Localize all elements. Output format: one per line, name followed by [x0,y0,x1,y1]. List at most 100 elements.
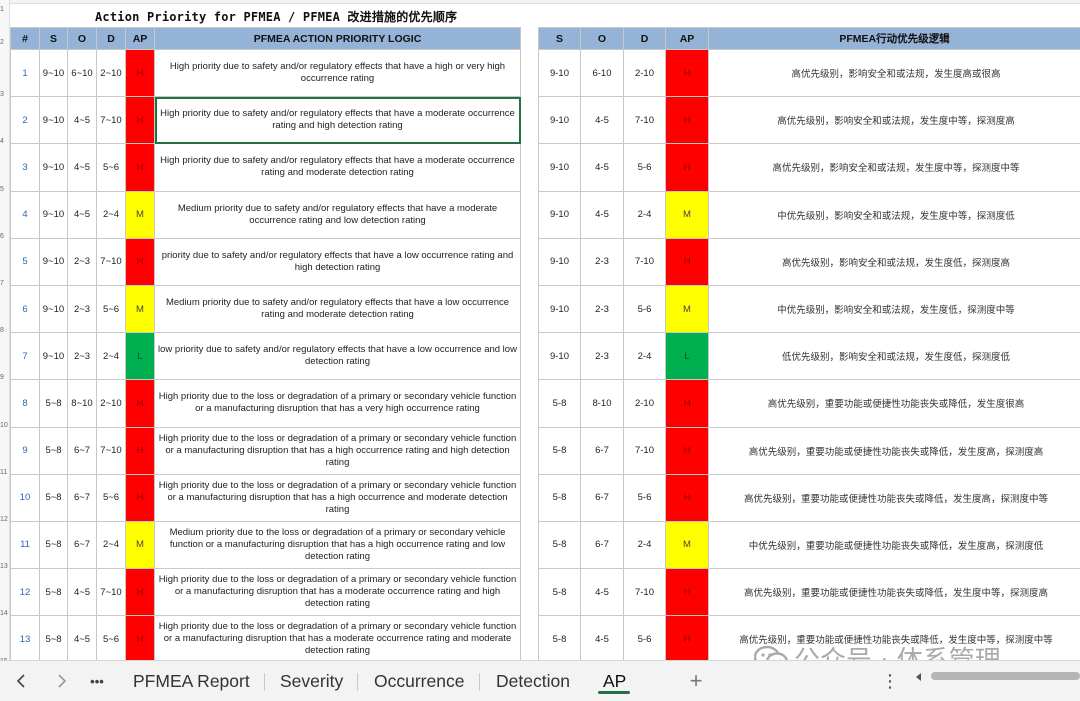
occurrence-cell[interactable]: 4~5 [67,615,97,660]
ap-cell[interactable]: M [665,190,709,239]
header-ap[interactable]: AP [125,27,155,50]
row-index[interactable]: 2 [10,96,40,145]
severity-cell[interactable]: 9-10 [538,143,581,192]
occurrence-cell[interactable]: 4-5 [580,568,624,617]
row-number[interactable]: 9 [0,374,10,381]
row-number[interactable]: 3 [0,91,10,98]
logic-cell[interactable]: priority due to safety and/or regulatory… [154,237,521,286]
severity-cell[interactable]: 5-8 [538,473,581,522]
detection-cell[interactable]: 7~10 [96,426,126,475]
logic-cell-cn[interactable]: 高优先级别，重要功能或便捷性功能丧失或降低，发生度高，探测度中等 [708,473,1080,522]
logic-cell-cn[interactable]: 高优先级别，影响安全和或法规，发生度中等，探测度高 [708,96,1080,145]
more-sheets-button[interactable]: ••• [85,669,109,693]
detection-cell[interactable]: 2-10 [623,379,666,428]
ap-cell[interactable]: H [665,473,709,522]
severity-cell[interactable]: 5-8 [538,520,581,570]
row-index[interactable]: 12 [10,568,40,617]
ap-cell[interactable]: H [125,379,155,428]
row-index[interactable]: 4 [10,190,40,239]
row-number[interactable]: 13 [0,563,10,570]
severity-cell[interactable]: 5~8 [39,473,68,522]
ap-cell[interactable]: H [665,237,709,286]
detection-cell[interactable]: 2~4 [96,520,126,570]
tab-pfmea-report[interactable]: PFMEA Report [133,668,250,694]
severity-cell[interactable]: 5-8 [538,426,581,475]
occurrence-cell[interactable]: 6-10 [580,48,624,98]
occurrence-cell[interactable]: 8~10 [67,379,97,428]
logic-cell[interactable]: High priority due to safety and/or regul… [154,96,521,145]
occurrence-cell[interactable]: 6~10 [67,48,97,98]
logic-cell[interactable]: High priority due to safety and/or regul… [154,48,521,98]
row-number[interactable]: 5 [0,186,10,193]
severity-cell[interactable]: 9-10 [538,284,581,334]
ap-cell[interactable]: H [125,473,155,522]
detection-cell[interactable]: 5-6 [623,284,666,334]
row-index[interactable]: 8 [10,379,40,428]
sheet-options-button[interactable]: ⋮ [878,669,902,693]
detection-cell[interactable]: 2-4 [623,190,666,239]
logic-cell-cn[interactable]: 高优先级别，重要功能或便捷性功能丧失或降低，发生度中等，探测度高 [708,568,1080,617]
detection-cell[interactable]: 7-10 [623,96,666,145]
severity-cell[interactable]: 5-8 [538,615,581,660]
ap-cell[interactable]: M [665,284,709,334]
row-index[interactable]: 9 [10,426,40,475]
severity-cell[interactable]: 9~10 [39,284,68,334]
logic-cell[interactable]: High priority due to safety and/or regul… [154,143,521,192]
severity-cell[interactable]: 9~10 [39,190,68,239]
severity-cell[interactable]: 9-10 [538,190,581,239]
header-logic-cn[interactable]: PFMEA行动优先级逻辑 [708,27,1080,50]
row-number[interactable]: 1 [0,6,10,13]
row-index[interactable]: 5 [10,237,40,286]
ap-cell[interactable]: L [125,332,155,381]
row-number[interactable]: 8 [0,327,10,334]
detection-cell[interactable]: 2~10 [96,379,126,428]
severity-cell[interactable]: 9-10 [538,48,581,98]
row-number[interactable]: 10 [0,422,10,429]
logic-cell[interactable]: low priority due to safety and/or regula… [154,332,521,381]
severity-cell[interactable]: 5-8 [538,379,581,428]
logic-cell-cn[interactable]: 高优先级别，重要功能或便捷性功能丧失或降低，发生度高，探测度高 [708,426,1080,475]
detection-cell[interactable]: 5-6 [623,615,666,660]
detection-cell[interactable]: 7-10 [623,426,666,475]
row-index[interactable]: 10 [10,473,40,522]
detection-cell[interactable]: 5~6 [96,473,126,522]
ap-cell[interactable]: H [125,48,155,98]
logic-cell[interactable]: Medium priority due to safety and/or reg… [154,284,521,334]
ap-cell[interactable]: M [125,190,155,239]
ap-cell[interactable]: H [665,143,709,192]
header-logic[interactable]: PFMEA ACTION PRIORITY LOGIC [154,27,521,50]
severity-cell[interactable]: 5~8 [39,379,68,428]
header-occurrence[interactable]: O [67,27,97,50]
sheet-title[interactable]: Action Priority for PFMEA / PFMEA 改进措施的优… [95,8,457,25]
row-number[interactable]: 2 [0,39,10,46]
row-index[interactable]: 3 [10,143,40,192]
severity-cell[interactable]: 5~8 [39,568,68,617]
occurrence-cell[interactable]: 2~3 [67,237,97,286]
severity-cell[interactable]: 5~8 [39,615,68,660]
detection-cell[interactable]: 2~4 [96,190,126,239]
occurrence-cell[interactable]: 4-5 [580,190,624,239]
header-ap[interactable]: AP [665,27,709,50]
ap-cell[interactable]: M [665,520,709,570]
logic-cell-cn[interactable]: 中优先级别，重要功能或便捷性功能丧失或降低，发生度高，探测度低 [708,520,1080,570]
detection-cell[interactable]: 2-4 [623,332,666,381]
occurrence-cell[interactable]: 8-10 [580,379,624,428]
severity-cell[interactable]: 9-10 [538,237,581,286]
header-severity[interactable]: S [538,27,581,50]
ap-cell[interactable]: H [665,96,709,145]
row-number[interactable]: 14 [0,610,10,617]
ap-cell[interactable]: H [665,615,709,660]
row-index[interactable]: 13 [10,615,40,660]
tab-detection[interactable]: Detection [496,668,570,694]
ap-cell[interactable]: H [125,143,155,192]
occurrence-cell[interactable]: 6~7 [67,426,97,475]
ap-cell[interactable]: H [125,426,155,475]
logic-cell[interactable]: Medium priority due to safety and/or reg… [154,190,521,239]
ap-cell[interactable]: H [125,568,155,617]
occurrence-cell[interactable]: 6-7 [580,426,624,475]
detection-cell[interactable]: 2~4 [96,332,126,381]
detection-cell[interactable]: 7~10 [96,96,126,145]
header-severity[interactable]: S [39,27,68,50]
chevron-left-icon[interactable] [10,669,34,693]
logic-cell-cn[interactable]: 高优先级别，影响安全和或法规，发生度中等，探测度中等 [708,143,1080,192]
